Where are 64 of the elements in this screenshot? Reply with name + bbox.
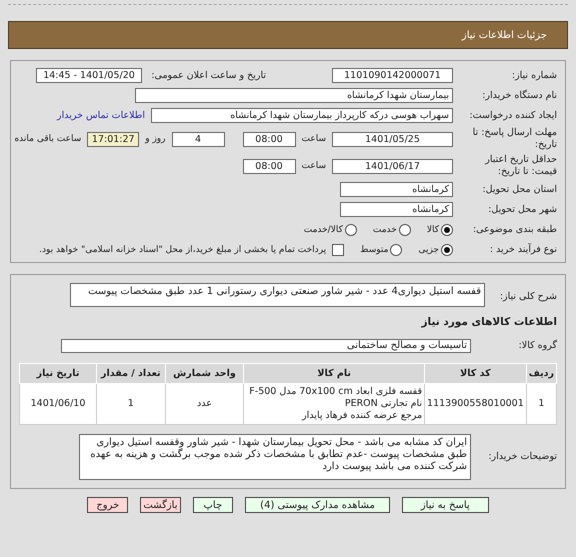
field-label: تاریخ و ساعت اعلان عمومی: bbox=[150, 70, 266, 82]
option-label: متوسط bbox=[360, 244, 388, 254]
field-label: توضیحات خریدار: bbox=[487, 451, 557, 463]
field-label: ساعت bbox=[302, 134, 326, 144]
description-field: قفسه استیل دیواری4 عدد - شیر شاور صنعتی دیواری رستورانی 1 عدد طبق مشخصات پیوست bbox=[70, 283, 485, 307]
column-header: تعداد / مقدار bbox=[96, 364, 166, 384]
radio-button[interactable] bbox=[398, 224, 411, 236]
form-field: سهراب هوسی درکه کارپرداز بیمارستان شهدا کرمانشاه bbox=[151, 108, 453, 123]
table-cell: 1401/06/10 bbox=[20, 384, 97, 424]
table-cell: 1 bbox=[96, 384, 166, 424]
option-label: کالا/خدمت bbox=[304, 224, 343, 234]
form-field: کرمانشاه bbox=[340, 202, 453, 217]
field-label: روز و bbox=[145, 134, 166, 144]
goods-group-field: تاسیسات و مصالح ساختمانی bbox=[61, 338, 471, 352]
section-title: اطلاعات کالاهای مورد نیاز bbox=[420, 316, 557, 328]
field-label: ساعت باقی مانده bbox=[14, 134, 82, 144]
form-field: 1401/05/20 - 14:45 bbox=[36, 68, 142, 83]
checkbox[interactable] bbox=[332, 244, 344, 256]
field-label: نام دستگاه خریدار: bbox=[481, 90, 557, 102]
table-cell: عدد bbox=[165, 384, 244, 424]
action-button[interactable]: پاسخ به نیاز bbox=[402, 497, 489, 513]
column-header: ردیف bbox=[526, 364, 556, 384]
action-button[interactable]: بازگشت bbox=[140, 497, 180, 513]
checkbox-label: پرداخت تمام یا بخشی از مبلغ خرید،از محل "اسناد خزانه اسلامی" خواهد بود. bbox=[39, 244, 326, 254]
form-field: 4 bbox=[172, 132, 224, 146]
form-field: 1401/06/17 bbox=[332, 158, 453, 174]
column-header: کد کالا bbox=[424, 364, 526, 384]
form-field: 08:00 bbox=[242, 132, 296, 146]
option-label: خدمت bbox=[372, 224, 397, 234]
radio-button[interactable] bbox=[390, 244, 402, 256]
field-label: گروه کالا: bbox=[518, 340, 557, 352]
table-cell: 1113900558010001 bbox=[424, 384, 526, 424]
table-cell: قفسه فلزی ابعاد 70x100 cm مدل F-500 نام تجارتی PERON مرجع عرضه کننده فرهاد پایدار bbox=[244, 384, 425, 424]
column-header: واحد شمارش bbox=[165, 364, 244, 384]
field-label: ایجاد کننده درخواست: bbox=[468, 110, 557, 122]
action-button[interactable]: چاپ bbox=[192, 497, 234, 513]
form-field: 08:00 bbox=[242, 158, 296, 174]
column-header: نام کالا bbox=[244, 364, 425, 384]
field-label: نوع فرآیند خرید : bbox=[488, 244, 557, 256]
radio-button[interactable] bbox=[344, 224, 357, 236]
form-field: کرمانشاه bbox=[340, 182, 453, 197]
field-label: طبقه بندی موضوعی: bbox=[472, 224, 557, 236]
action-button[interactable]: خروج bbox=[87, 497, 128, 513]
field-label: شهر محل تحویل: bbox=[487, 204, 557, 216]
contact-link[interactable]: اطلاعات تماس خریدار bbox=[56, 110, 145, 121]
page-header: جزئیات اطلاعات نیاز bbox=[8, 21, 568, 49]
field-label: ساعت bbox=[302, 161, 326, 171]
field-label: شرح کلی نیاز: bbox=[498, 291, 557, 303]
field-label: مهلت ارسال پاسخ: تا تاریخ: bbox=[472, 127, 557, 151]
form-field: بیمارستان شهدا کرمانشاه bbox=[135, 88, 453, 103]
form-field: 1101090142000071 bbox=[332, 68, 453, 83]
form-field: 1401/05/25 bbox=[332, 132, 453, 146]
field-label: حداقل تاریخ اعتبار قیمت: تا تاریخ: bbox=[484, 154, 557, 178]
radio-button[interactable] bbox=[441, 224, 453, 236]
column-header: تاریخ نیاز bbox=[20, 364, 97, 384]
form-field: 17:01:27 bbox=[87, 132, 140, 146]
table-cell: 1 bbox=[526, 384, 556, 424]
field-label: شماره نیاز: bbox=[510, 70, 557, 82]
field-label: استان محل تحویل: bbox=[481, 184, 557, 196]
notes-field: ایران کد مشابه می باشد - محل تحویل بیمارستان شهدا - شیر شاور وقفسه استیل دیواری طبق مشخصات پیوست -عدم تطابق با مشخصات ذکر شده موجب برگشت و هزینه به عهده شرکت کننده می باشد پیوست دارد bbox=[79, 434, 471, 480]
option-label: کالا bbox=[426, 224, 439, 234]
radio-button[interactable] bbox=[441, 244, 453, 256]
action-button[interactable]: مشاهده مدارک پیوستی (4) bbox=[245, 497, 390, 513]
option-label: جزیی bbox=[418, 244, 439, 254]
